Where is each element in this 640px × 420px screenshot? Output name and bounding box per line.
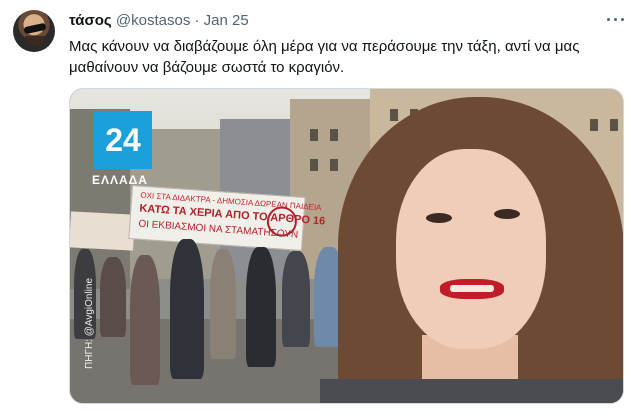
crowd-person xyxy=(170,239,204,379)
crowd-person xyxy=(100,257,126,337)
left-eye xyxy=(426,213,452,223)
crowd-person xyxy=(246,247,276,367)
window xyxy=(330,159,338,171)
tweet-date[interactable]: Jan 25 xyxy=(204,12,249,29)
window xyxy=(390,109,398,121)
avatar[interactable] xyxy=(13,10,55,52)
crowd-person xyxy=(130,255,160,385)
protest-banner-left xyxy=(70,211,135,251)
woman-coat xyxy=(320,379,623,403)
woman-face xyxy=(396,149,546,349)
channel-logo: 24 xyxy=(94,111,152,169)
channel-region-label: ΕΛΛΑΔΑ xyxy=(92,173,148,187)
more-horizontal-icon[interactable] xyxy=(604,12,626,28)
display-name[interactable]: τάσος xyxy=(69,12,112,29)
window xyxy=(330,129,338,141)
beard-graphic xyxy=(25,36,45,46)
source-watermark: ΠΗΓΗ: @AvgiOnline xyxy=(84,277,95,369)
video-media[interactable]: ΟΧΙ ΣΤΑ ΔΙΔΑΚΤΡΑ - ΔΗΜΟΣΙΑ ΔΩΡΕΑΝ ΠΑΙΔΕΙ… xyxy=(69,88,624,404)
teeth xyxy=(450,285,494,292)
user-handle[interactable]: @kostasos xyxy=(116,12,190,29)
separator-dot: · xyxy=(194,12,200,29)
window xyxy=(310,129,318,141)
window xyxy=(610,119,618,131)
sunglasses-graphic xyxy=(23,22,47,35)
tweet-text: Μας κάνουν να διαβάζουμε όλη μέρα για να… xyxy=(69,38,580,76)
right-eye xyxy=(494,209,520,219)
tweet-card[interactable]: τάσος @kostasos · Jan 25 Μας κάνουν να δ… xyxy=(0,0,640,420)
window xyxy=(310,159,318,171)
crowd-person xyxy=(282,251,310,347)
crowd-person xyxy=(210,249,236,359)
tweet-header: τάσος @kostasos · Jan 25 xyxy=(69,12,249,30)
window xyxy=(590,119,598,131)
